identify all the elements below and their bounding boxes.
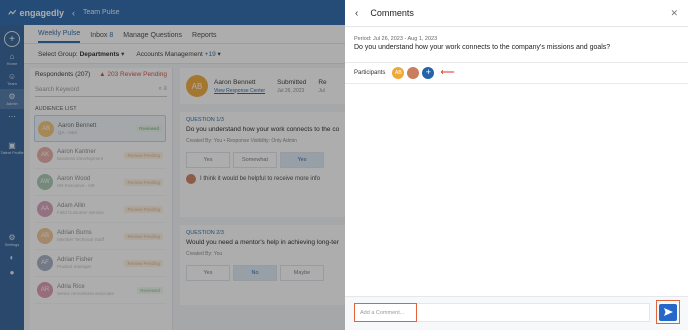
send-highlight [656, 300, 680, 324]
comment-composer: Add a Comment... [345, 296, 688, 330]
send-button[interactable] [659, 303, 677, 321]
close-icon[interactable]: ✕ [670, 8, 678, 19]
participant-avatar: AB [392, 67, 405, 79]
period-text: Period: Jul 26, 2023 - Aug 1, 2023 [354, 36, 438, 42]
modal-backdrop[interactable] [0, 0, 345, 330]
comment-input[interactable]: Add a Comment... [354, 303, 417, 322]
drawer-header: ‹ Comments ✕ [345, 0, 688, 27]
participants-row: Participants AB + ⟵ [345, 63, 688, 84]
arrow-annotation-icon: ⟵ [440, 67, 455, 78]
drawer-title: Comments [370, 8, 414, 18]
comments-drawer: ‹ Comments ✕ Period: Jul 26, 2023 - Aug … [345, 0, 688, 330]
participants-label: Participants [354, 70, 386, 76]
participant-avatar [407, 67, 420, 79]
send-icon [663, 308, 673, 316]
comment-question: Do you understand how your work connects… [354, 44, 611, 51]
comment-placeholder: Add a Comment... [360, 309, 405, 316]
back-chevron-icon[interactable]: ‹ [355, 8, 358, 19]
add-participant-icon[interactable]: + [422, 67, 435, 79]
